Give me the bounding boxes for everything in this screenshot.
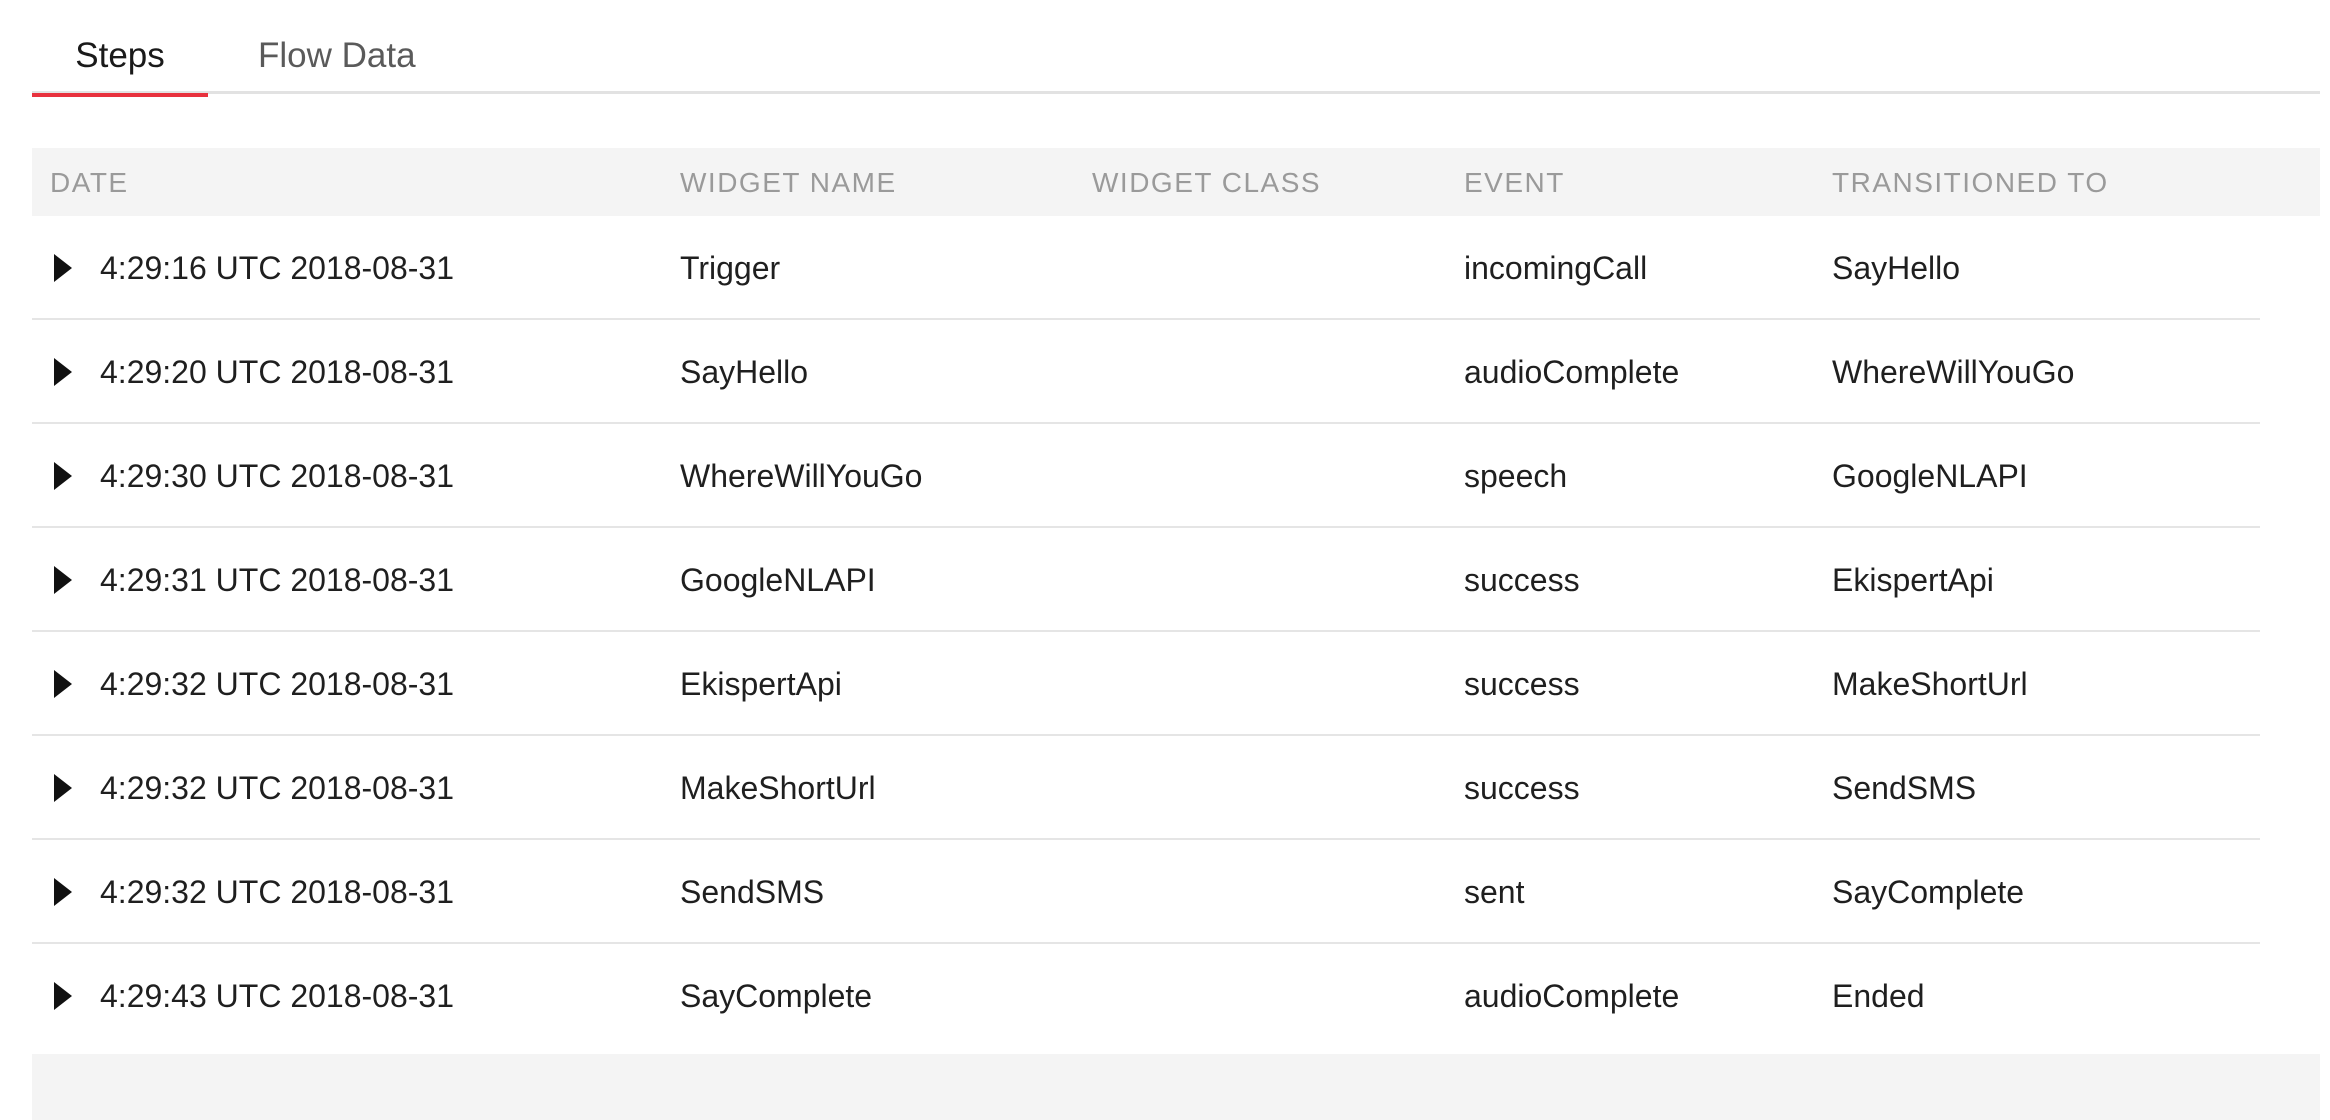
row-widget-name: EkispertApi <box>680 666 842 702</box>
row-date: 4:29:32 UTC 2018-08-31 <box>100 666 454 702</box>
row-transitioned-to: SayHello <box>1832 250 1961 286</box>
row-event: sent <box>1464 874 1525 910</box>
row-widget-name: GoogleNLAPI <box>680 562 876 598</box>
steps-table: DATE WIDGET NAME WIDGET CLASS EVENT TRAN… <box>32 148 2320 1048</box>
row-widget-name: WhereWillYouGo <box>680 458 923 494</box>
row-transitioned-to: GoogleNLAPI <box>1832 458 2028 494</box>
row-event: incomingCall <box>1464 250 1648 286</box>
table-row[interactable]: 4:29:30 UTC 2018-08-31 WhereWillYouGo spee… <box>32 424 2260 528</box>
row-date: 4:29:30 UTC 2018-08-31 <box>100 458 454 494</box>
column-header-date: DATE <box>50 167 129 198</box>
expand-arrow-icon[interactable] <box>54 878 72 906</box>
table-row[interactable]: 4:29:31 UTC 2018-08-31 GoogleNLAPI success… <box>32 528 2260 632</box>
table-row[interactable]: 4:29:32 UTC 2018-08-31 MakeShortUrl succes… <box>32 736 2260 840</box>
row-transitioned-to: SendSMS <box>1832 770 1977 806</box>
column-header-widget-name: WIDGET NAME <box>680 167 897 198</box>
row-transitioned-to: SayComplete <box>1832 874 2025 910</box>
table-header: DATE WIDGET NAME WIDGET CLASS EVENT TRAN… <box>32 148 2320 216</box>
row-event: audioComplete <box>1464 354 1680 390</box>
row-date: 4:29:32 UTC 2018-08-31 <box>100 770 454 806</box>
table-footer <box>32 1054 2320 1120</box>
tab-steps[interactable]: Steps <box>32 0 208 97</box>
row-widget-name: Trigger <box>680 250 781 286</box>
row-transitioned-to: Ended <box>1832 978 1925 1014</box>
row-transitioned-to: EkispertApi <box>1832 562 1994 598</box>
row-widget-name: SendSMS <box>680 874 825 910</box>
row-date: 4:29:32 UTC 2018-08-31 <box>100 874 454 910</box>
table-row[interactable]: 4:29:43 UTC 2018-08-31 SayComplete audioCo… <box>32 944 2260 1048</box>
row-event: audioComplete <box>1464 978 1680 1014</box>
expand-arrow-icon[interactable] <box>54 774 72 802</box>
row-date: 4:29:16 UTC 2018-08-31 <box>100 250 454 286</box>
row-transitioned-to: MakeShortUrl <box>1832 666 2028 702</box>
column-header-event: EVENT <box>1464 167 1565 198</box>
row-widget-name: MakeShortUrl <box>680 770 876 806</box>
table-row[interactable]: 4:29:20 UTC 2018-08-31 SayHello audioCompl… <box>32 320 2260 424</box>
row-event: success <box>1464 666 1580 702</box>
row-date: 4:29:43 UTC 2018-08-31 <box>100 978 454 1014</box>
tab-flow-data[interactable]: Flow Data <box>258 0 478 94</box>
table-row[interactable]: 4:29:32 UTC 2018-08-31 SendSMS sent SayComp… <box>32 840 2260 944</box>
table-row[interactable]: 4:29:16 UTC 2018-08-31 Trigger incomingCal… <box>32 216 2260 320</box>
expand-arrow-icon[interactable] <box>54 254 72 282</box>
row-date: 4:29:20 UTC 2018-08-31 <box>100 354 454 390</box>
row-date: 4:29:31 UTC 2018-08-31 <box>100 562 454 598</box>
tab-bar: Steps Flow Data <box>32 0 2320 97</box>
row-event: success <box>1464 770 1580 806</box>
row-widget-name: SayComplete <box>680 978 873 1014</box>
expand-arrow-icon[interactable] <box>54 982 72 1010</box>
row-event: speech <box>1464 458 1568 494</box>
column-header-widget-class: WIDGET CLASS <box>1092 167 1322 198</box>
column-header-transitioned-to: TRANSITIONED TO <box>1832 167 2109 198</box>
table-body: 4:29:16 UTC 2018-08-31 Trigger incomingCal… <box>32 216 2320 1048</box>
expand-arrow-icon[interactable] <box>54 670 72 698</box>
expand-arrow-icon[interactable] <box>54 358 72 386</box>
expand-arrow-icon[interactable] <box>54 566 72 594</box>
row-widget-name: SayHello <box>680 354 809 390</box>
table-row[interactable]: 4:29:32 UTC 2018-08-31 EkispertApi success… <box>32 632 2260 736</box>
expand-arrow-icon[interactable] <box>54 462 72 490</box>
row-transitioned-to: WhereWillYouGo <box>1832 354 2075 390</box>
row-event: success <box>1464 562 1580 598</box>
